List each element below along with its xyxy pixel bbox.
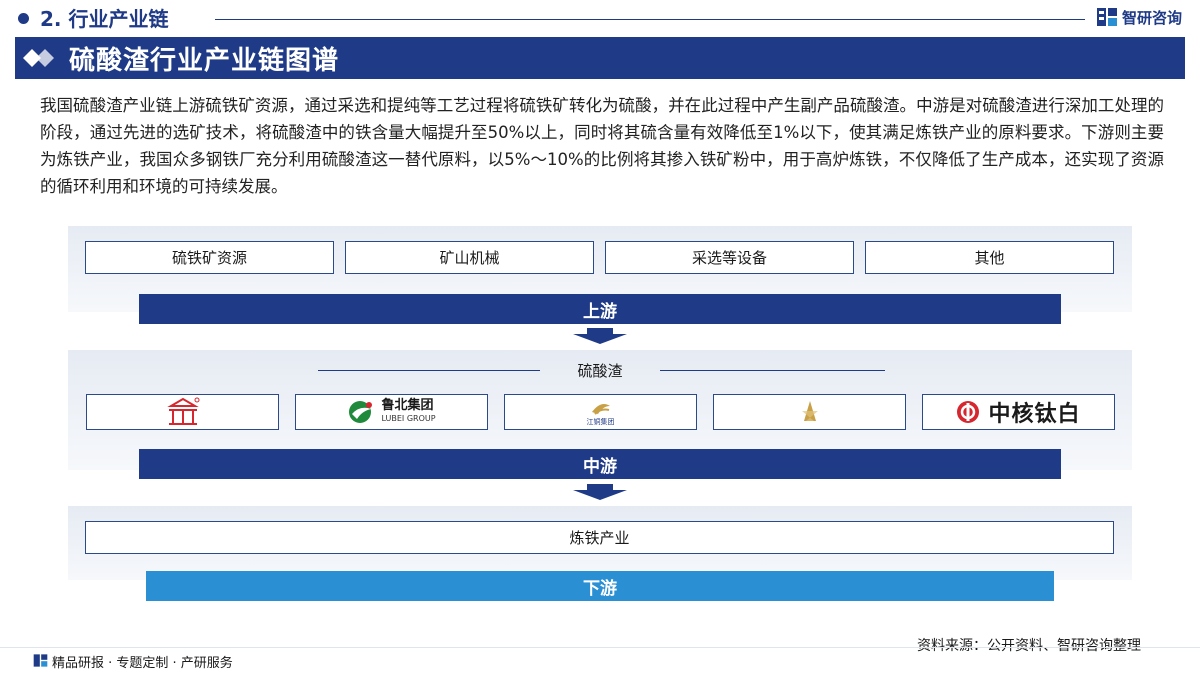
lubei-group-name: 鲁北集团 (381, 398, 434, 413)
lubei-group-logo: 鲁北集团 LUBEI GROUP (295, 394, 488, 430)
midstream-band: 中游 (139, 449, 1061, 479)
jiangtong-group-name: 江铜集团 (586, 418, 615, 426)
upstream-item-other: 其他 (865, 241, 1114, 274)
title-bar: 硫酸渣行业产业链图谱 (15, 37, 1185, 79)
jiangtong-group-logo-icon (591, 404, 610, 415)
zhonghe-taibai-name: 中核钛白 (988, 402, 1081, 427)
midstream-label-rule-right (660, 370, 885, 371)
zhonghe-taibai-logo: 中核钛白 (922, 394, 1115, 430)
brand-name: 智研咨询 (1122, 8, 1183, 27)
upstream-item-beneficiation-equipment: 采选等设备 (605, 241, 854, 274)
page-title: 硫酸渣行业产业链图谱 (69, 45, 340, 76)
header-divider (215, 19, 1085, 20)
footer-divider (0, 647, 1200, 648)
company-logo-1-icon (166, 397, 199, 425)
zhiyan-logo-icon (33, 654, 48, 667)
company-logo-4-icon (801, 401, 818, 421)
lubei-group-logo-icon (349, 401, 373, 423)
section-bullet (18, 13, 29, 24)
upstream-band: 上游 (139, 294, 1061, 324)
upstream-item-mining-machinery: 矿山机械 (345, 241, 594, 274)
down-arrow-icon (573, 484, 627, 500)
brand: 智研咨询 (1096, 6, 1182, 28)
section-title: 2. 行业产业链 (40, 7, 169, 31)
intro-paragraph: 我国硫酸渣产业链上游硫铁矿资源，通过采选和提纯等工艺过程将硫铁矿转化为硫酸，并在… (40, 96, 1164, 196)
source-note: 资料来源：公开资料、智研咨询整理 (917, 638, 1141, 654)
midstream-label-rule-left (318, 370, 540, 371)
midstream-label: 硫酸渣 (577, 362, 623, 380)
jiangtong-group-logo: 江铜集团 (504, 394, 697, 430)
company-logo-4 (713, 394, 906, 430)
company-logo-1 (86, 394, 279, 430)
upstream-item-sulfur-iron-ore: 硫铁矿资源 (85, 241, 334, 274)
footer-tagline: 精品研报 · 专题定制 · 产研服务 (52, 656, 233, 671)
down-arrow-icon (573, 328, 627, 344)
downstream-band: 下游 (146, 571, 1054, 601)
zhonghe-taibai-logo-icon (957, 401, 980, 423)
diamond-icon (23, 49, 54, 67)
lubei-group-en: LUBEI GROUP (381, 414, 436, 423)
downstream-item-ironmaking: 炼铁产业 (85, 521, 1114, 554)
zhiyan-logo-icon (1097, 8, 1117, 26)
